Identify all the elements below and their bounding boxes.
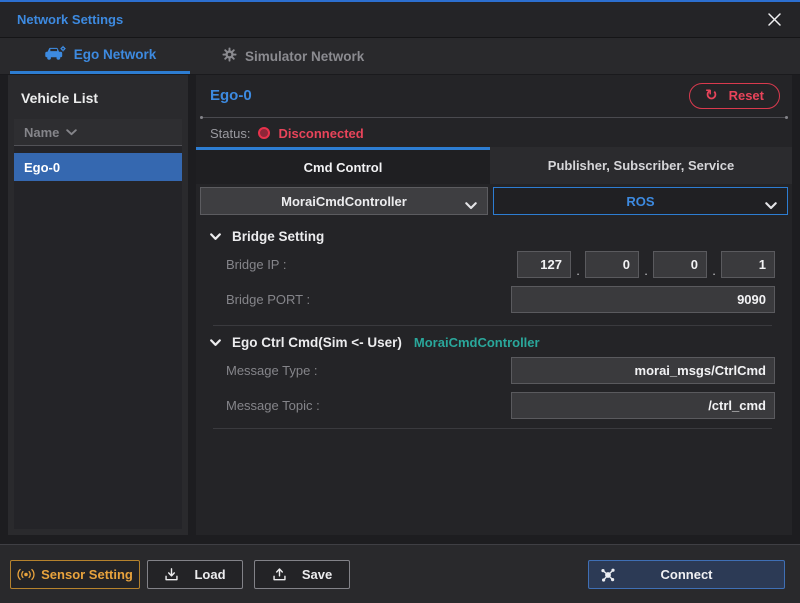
selected-vehicle-title: Ego-0: [210, 87, 252, 104]
section-divider: [213, 428, 772, 429]
status-value: Disconnected: [278, 126, 363, 141]
bridge-ip-label: Bridge IP :: [226, 257, 286, 272]
protocol-dropdown-value: ROS: [626, 194, 654, 209]
vehicle-row-label: Ego-0: [24, 160, 60, 175]
bridge-setting-section: Bridge Setting Bridge IP : 127 . 0 . 0 .…: [196, 215, 792, 429]
load-button-label: Load: [194, 567, 225, 582]
bridge-ip-inputs: 127 . 0 . 0 . 1: [517, 251, 775, 278]
sensor-setting-button[interactable]: Sensor Setting: [10, 560, 140, 589]
chevron-down-icon: [210, 233, 221, 241]
bridge-port-row: Bridge PORT : 9090: [210, 286, 775, 313]
ip-separator: .: [707, 263, 721, 278]
gear-icon: [222, 47, 237, 65]
tab-publisher-subscriber-service[interactable]: Publisher, Subscriber, Service: [490, 147, 792, 184]
ip-separator: .: [639, 263, 653, 278]
sensor-setting-label: Sensor Setting: [41, 567, 133, 582]
message-topic-row: Message Topic : /ctrl_cmd: [210, 392, 775, 419]
tab-cmd-control[interactable]: Cmd Control: [196, 147, 490, 184]
name-column-label: Name: [24, 125, 59, 140]
message-type-label: Message Type :: [226, 363, 318, 378]
tab-ego-network[interactable]: Ego Network: [10, 38, 190, 74]
load-button[interactable]: Load: [147, 560, 243, 589]
network-settings-dialog: Network Settings: [0, 0, 800, 603]
bridge-ip-octet-3[interactable]: 0: [653, 251, 707, 278]
connect-button-label: Connect: [661, 567, 713, 582]
chevron-down-icon: [210, 339, 221, 347]
footer-spacer: [0, 535, 800, 544]
content-area: Vehicle List Name Ego-0 Ego-0 ↻ Re: [0, 75, 800, 535]
status-label: Status:: [210, 126, 250, 141]
dialog-title: Network Settings: [17, 12, 123, 27]
chevron-down-icon: [765, 198, 777, 213]
main-header: Ego-0 ↻ Reset: [196, 75, 792, 116]
network-nodes-icon: [600, 567, 616, 586]
download-icon: [164, 567, 179, 582]
tab-ego-network-label: Ego Network: [74, 47, 157, 62]
tab-simulator-network-label: Simulator Network: [245, 49, 364, 64]
message-type-input[interactable]: morai_msgs/CtrlCmd: [511, 357, 775, 384]
save-button[interactable]: Save: [254, 560, 350, 589]
tab-simulator-network[interactable]: Simulator Network: [216, 38, 370, 74]
controller-dropdown-value: MoraiCmdController: [281, 194, 407, 209]
vehicle-list-title: Vehicle List: [8, 75, 188, 117]
protocol-dropdown[interactable]: ROS: [493, 187, 788, 215]
vehicle-name-column-header[interactable]: Name: [14, 119, 182, 146]
tab-cmd-control-label: Cmd Control: [304, 160, 383, 175]
vehicle-table: Name Ego-0: [14, 119, 182, 529]
status-dot-icon: [258, 127, 270, 139]
section-divider: [213, 325, 772, 326]
bridge-setting-header[interactable]: Bridge Setting: [210, 229, 775, 244]
close-icon[interactable]: [765, 11, 783, 29]
bridge-port-label: Bridge PORT :: [226, 292, 310, 307]
ego-network-panel: Ego-0 ↻ Reset Status: Disconnected Cmd C…: [196, 75, 792, 535]
footer-bar: Sensor Setting Load Save: [0, 544, 800, 603]
reset-button[interactable]: ↻ Reset: [689, 83, 780, 109]
connection-tabbar: Cmd Control Publisher, Subscriber, Servi…: [196, 147, 792, 184]
status-row: Status: Disconnected: [196, 119, 792, 147]
title-bar: Network Settings: [0, 2, 800, 38]
ego-ctrl-cmd-header[interactable]: Ego Ctrl Cmd(Sim <- User) MoraiCmdContro…: [210, 335, 775, 350]
vehicle-row-ego-0[interactable]: Ego-0: [14, 153, 182, 181]
chevron-down-icon: [465, 198, 477, 213]
bridge-ip-octet-1[interactable]: 127: [517, 251, 571, 278]
ego-ctrl-cmd-title: Ego Ctrl Cmd(Sim <- User): [232, 335, 402, 350]
bridge-port-input[interactable]: 9090: [511, 286, 775, 313]
bridge-ip-octet-4[interactable]: 1: [721, 251, 775, 278]
ip-separator: .: [571, 263, 585, 278]
message-topic-label: Message Topic :: [226, 398, 320, 413]
message-type-row: Message Type : morai_msgs/CtrlCmd: [210, 357, 775, 384]
save-button-label: Save: [302, 567, 332, 582]
bridge-setting-title: Bridge Setting: [232, 229, 324, 244]
message-topic-input[interactable]: /ctrl_cmd: [511, 392, 775, 419]
chevron-down-icon: [66, 129, 77, 136]
controller-dropdown[interactable]: MoraiCmdController: [200, 187, 488, 215]
tab-pubsub-label: Publisher, Subscriber, Service: [548, 158, 734, 173]
reset-icon: ↻: [705, 88, 718, 103]
bridge-ip-row: Bridge IP : 127 . 0 . 0 . 1: [210, 251, 775, 278]
upload-icon: [272, 567, 287, 582]
connect-button[interactable]: Connect: [588, 560, 785, 589]
car-gear-icon: [44, 45, 66, 64]
network-tabbar: Ego Network: [0, 38, 800, 75]
bridge-ip-octet-2[interactable]: 0: [585, 251, 639, 278]
dropdown-row: MoraiCmdController ROS: [196, 184, 792, 215]
sensor-broadcast-icon: [17, 568, 35, 581]
vehicle-list-panel: Vehicle List Name Ego-0: [8, 75, 188, 535]
reset-button-label: Reset: [729, 88, 764, 103]
controller-badge: MoraiCmdController: [414, 335, 540, 350]
